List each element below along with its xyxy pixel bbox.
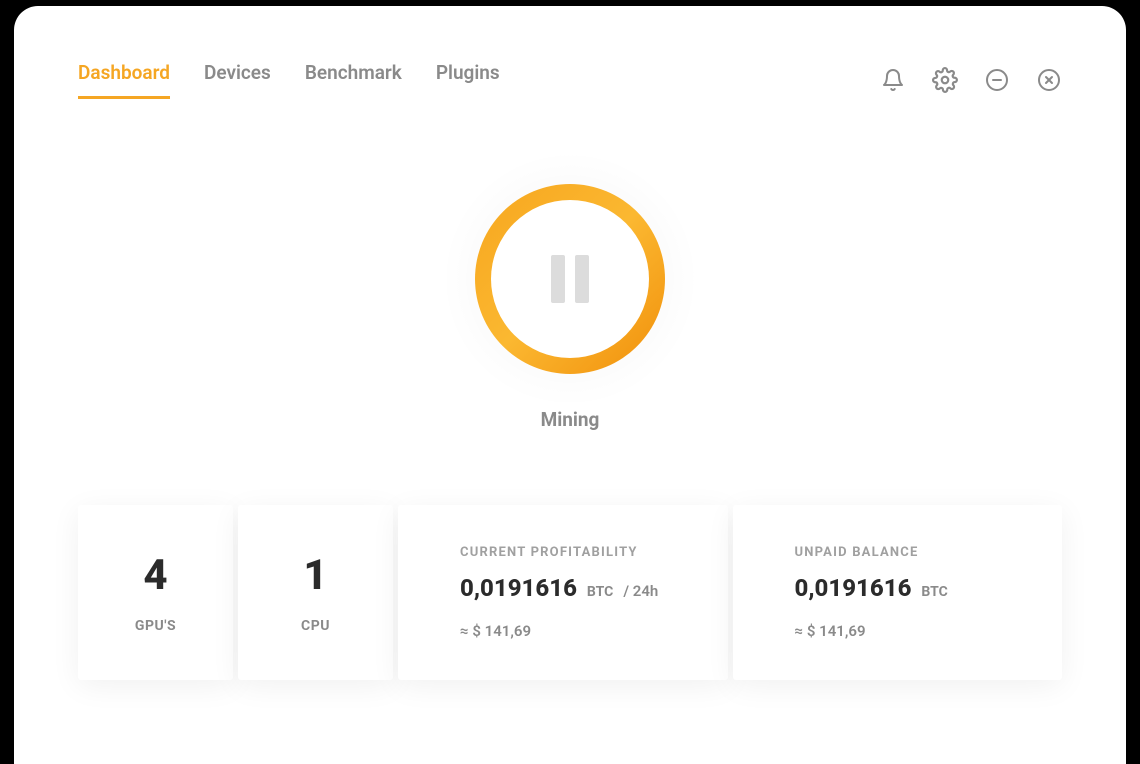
mining-ring: [475, 184, 665, 374]
header: Dashboard Devices Benchmark Plugins: [78, 61, 1062, 99]
stat-cpu-value: 1: [303, 551, 327, 600]
stat-profitability-period: / 24h: [623, 582, 658, 600]
mining-status-label: Mining: [541, 408, 600, 431]
stat-profitability-label: CURRENT PROFITABILITY: [460, 545, 638, 560]
stat-balance-value-row: 0,0191616 BTC: [795, 574, 948, 602]
stats-row: 4 GPU'S 1 CPU CURRENT PROFITABILITY 0,01…: [78, 505, 1062, 680]
stat-profitability-value: 0,0191616: [460, 574, 577, 602]
minimize-icon[interactable]: [984, 67, 1010, 93]
stat-profitability-approx: ≈ $ 141,69: [460, 622, 531, 640]
tab-benchmark[interactable]: Benchmark: [305, 61, 402, 99]
stat-gpu-value: 4: [143, 551, 167, 600]
stat-balance: UNPAID BALANCE 0,0191616 BTC ≈ $ 141,69: [733, 505, 1063, 680]
gear-icon[interactable]: [932, 67, 958, 93]
tab-bar: Dashboard Devices Benchmark Plugins: [78, 61, 500, 99]
stat-gpu-label: GPU'S: [135, 618, 176, 634]
tab-devices[interactable]: Devices: [204, 61, 271, 99]
stat-profitability-unit: BTC: [587, 584, 613, 600]
stat-balance-value: 0,0191616: [795, 574, 912, 602]
close-icon[interactable]: [1036, 67, 1062, 93]
stat-cpu-label: CPU: [301, 618, 330, 634]
main-area: Mining 4 GPU'S 1 CPU CURRENT PROFITABILI…: [78, 184, 1062, 680]
tab-dashboard[interactable]: Dashboard: [78, 61, 170, 99]
stat-balance-unit: BTC: [921, 584, 947, 600]
stat-balance-approx: ≈ $ 141,69: [795, 622, 866, 640]
stat-balance-label: UNPAID BALANCE: [795, 545, 919, 560]
stat-profitability-value-row: 0,0191616 BTC / 24h: [460, 574, 658, 602]
mining-ring-inner: [491, 200, 649, 358]
mining-toggle-button[interactable]: [475, 184, 665, 374]
header-actions: [880, 67, 1062, 93]
pause-icon: [551, 255, 589, 303]
bell-icon[interactable]: [880, 67, 906, 93]
stat-gpu: 4 GPU'S: [78, 505, 233, 680]
stat-profitability: CURRENT PROFITABILITY 0,0191616 BTC / 24…: [398, 505, 728, 680]
app-window: Dashboard Devices Benchmark Plugins: [14, 6, 1126, 764]
stat-cpu: 1 CPU: [238, 505, 393, 680]
tab-plugins[interactable]: Plugins: [436, 61, 500, 99]
